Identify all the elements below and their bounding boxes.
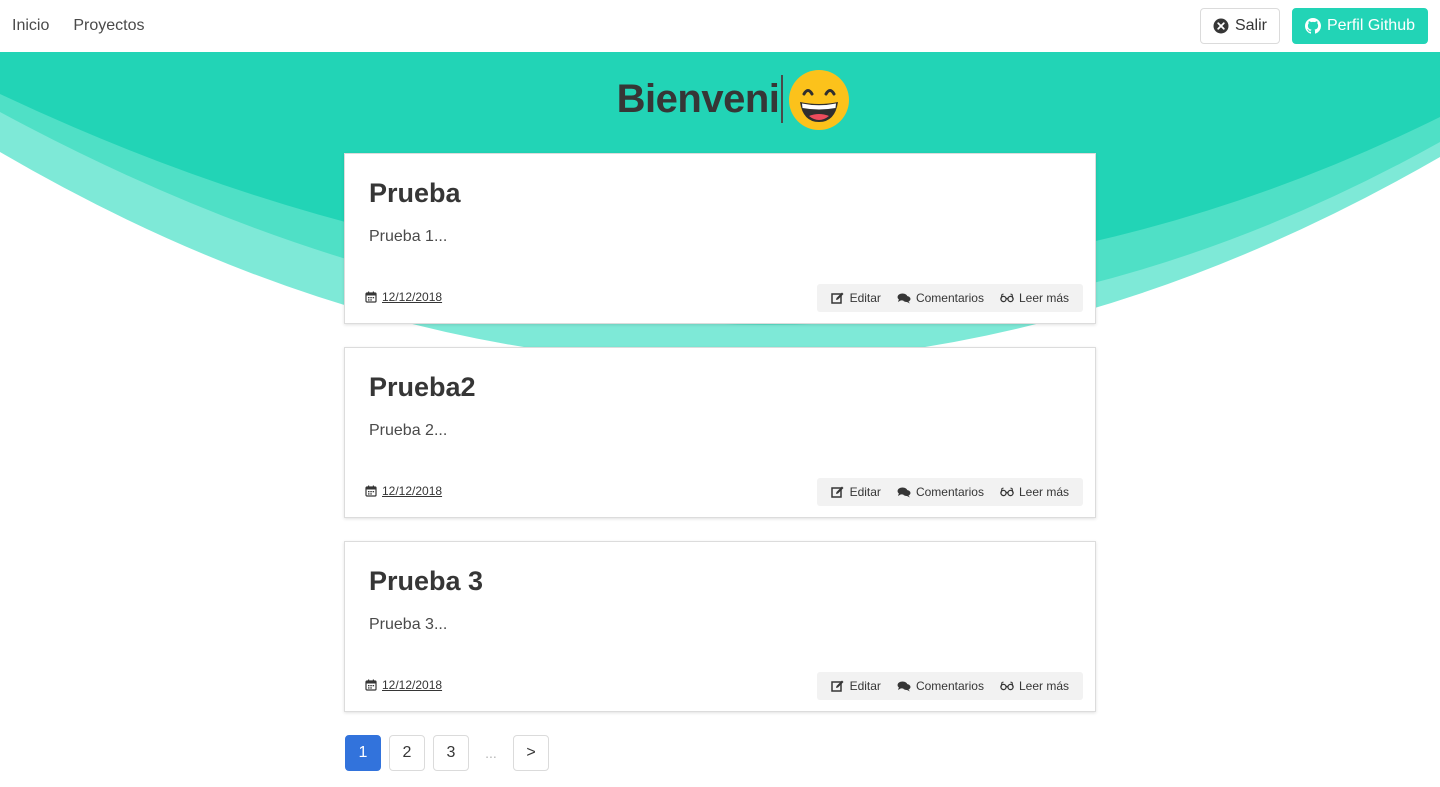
edit-label: Editar — [849, 291, 881, 305]
github-profile-button[interactable]: Perfil Github — [1291, 8, 1428, 44]
post-excerpt: Prueba 2... — [369, 422, 448, 439]
post-title[interactable]: Prueba — [369, 178, 461, 209]
calendar-icon — [365, 679, 377, 691]
nav-item-inicio[interactable]: Inicio — [0, 0, 61, 52]
page-link-1[interactable]: 1 — [345, 735, 381, 771]
read-more-label: Leer más — [1018, 679, 1069, 693]
comments-icon — [897, 487, 911, 498]
edit-icon — [830, 486, 844, 498]
read-more-label: Leer más — [1018, 485, 1069, 499]
calendar-icon — [365, 291, 377, 303]
read-more-button[interactable]: Leer más — [992, 679, 1077, 693]
post-date: 12/12/2018 — [365, 290, 442, 304]
read-more-label: Leer más — [1018, 291, 1069, 305]
comments-button[interactable]: Comentarios — [889, 679, 992, 693]
post-actions: Editar Comentarios Leer más — [816, 478, 1083, 506]
glasses-icon — [1000, 681, 1014, 691]
post-date: 12/12/2018 — [365, 678, 442, 692]
next-page-button[interactable]: > — [513, 735, 549, 771]
comments-button[interactable]: Comentarios — [889, 485, 992, 499]
edit-icon — [830, 680, 844, 692]
post-actions: Editar Comentarios Leer más — [816, 672, 1083, 700]
edit-button[interactable]: Editar — [823, 291, 889, 305]
post-list: Prueba Prueba 1... 12/12/2018 Editar Com… — [344, 153, 1096, 735]
github-icon — [1304, 18, 1321, 34]
post-date-text[interactable]: 12/12/2018 — [382, 484, 442, 498]
grinning-face-icon — [789, 70, 850, 130]
comments-label: Comentarios — [915, 679, 984, 693]
glasses-icon — [1000, 487, 1014, 497]
post-title[interactable]: Prueba 3 — [369, 566, 483, 597]
logout-label: Salir — [1234, 17, 1267, 34]
nav-left: Inicio Proyectos — [0, 0, 157, 52]
nav-item-proyectos[interactable]: Proyectos — [61, 0, 156, 52]
post-card: Prueba2 Prueba 2... 12/12/2018 Editar Co… — [344, 347, 1096, 518]
edit-label: Editar — [849, 679, 881, 693]
nav-right: Salir Perfil Github — [1199, 8, 1428, 44]
page-link-3[interactable]: 3 — [433, 735, 469, 771]
comments-icon — [897, 681, 911, 692]
times-circle-icon — [1213, 18, 1229, 34]
post-date-text[interactable]: 12/12/2018 — [382, 290, 442, 304]
read-more-button[interactable]: Leer más — [992, 291, 1077, 305]
top-navbar: Inicio Proyectos Salir Perfil Github — [0, 0, 1440, 52]
edit-button[interactable]: Editar — [823, 679, 889, 693]
post-excerpt: Prueba 3... — [369, 616, 448, 633]
edit-button[interactable]: Editar — [823, 485, 889, 499]
post-excerpt: Prueba 1... — [369, 228, 448, 245]
typing-caret — [781, 75, 784, 123]
typed-title: Bienveni — [616, 76, 780, 121]
post-card: Prueba Prueba 1... 12/12/2018 Editar Com… — [344, 153, 1096, 324]
pagination-ellipsis: ... — [485, 745, 497, 761]
logout-button[interactable]: Salir — [1199, 8, 1280, 44]
page-link-2[interactable]: 2 — [389, 735, 425, 771]
post-title[interactable]: Prueba2 — [369, 372, 476, 403]
edit-label: Editar — [849, 485, 881, 499]
comments-label: Comentarios — [915, 291, 984, 305]
github-label: Perfil Github — [1326, 17, 1415, 34]
glasses-icon — [1000, 293, 1014, 303]
read-more-button[interactable]: Leer más — [992, 485, 1077, 499]
pagination: 1 2 3 ... > — [345, 735, 549, 771]
comments-label: Comentarios — [915, 485, 984, 499]
post-actions: Editar Comentarios Leer más — [816, 284, 1083, 312]
edit-icon — [830, 292, 844, 304]
comments-button[interactable]: Comentarios — [889, 291, 992, 305]
post-date: 12/12/2018 — [365, 484, 442, 498]
calendar-icon — [365, 485, 377, 497]
hero-title: Bienveni — [0, 66, 1440, 132]
post-date-text[interactable]: 12/12/2018 — [382, 678, 442, 692]
comments-icon — [897, 293, 911, 304]
post-card: Prueba 3 Prueba 3... 12/12/2018 Editar C… — [344, 541, 1096, 712]
